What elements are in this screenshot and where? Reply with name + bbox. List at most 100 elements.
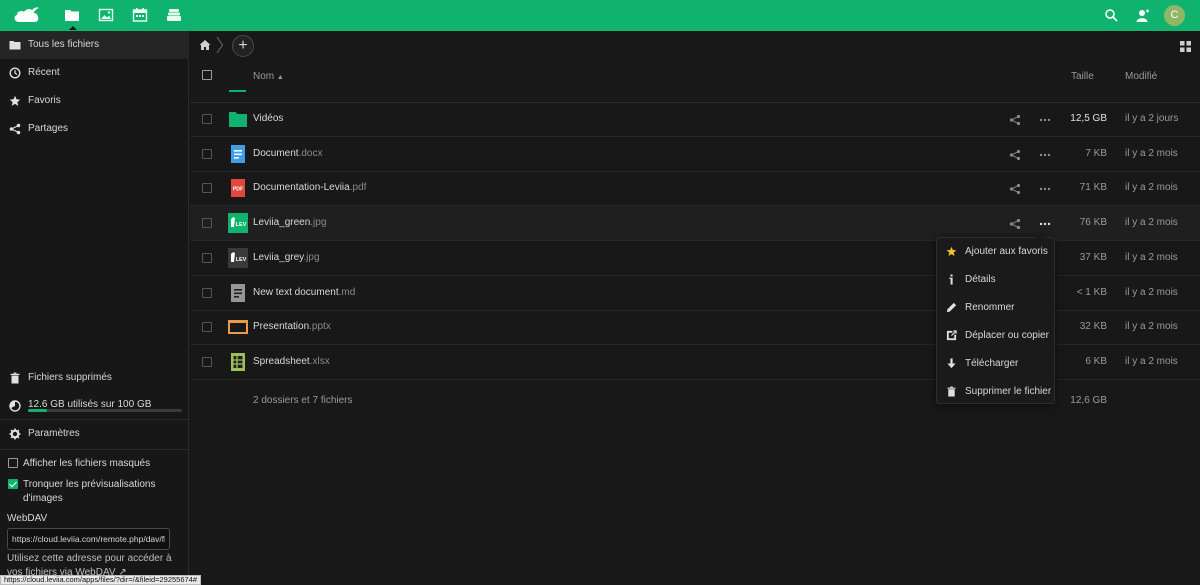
show-hidden-label: Afficher les fichiers masqués xyxy=(23,458,151,469)
pdf-badge-text: PDF xyxy=(233,187,243,193)
app-photos-icon[interactable] xyxy=(98,7,114,23)
show-hidden-files-option[interactable]: Afficher les fichiers masqués xyxy=(8,457,183,471)
top-header: C xyxy=(0,0,1200,31)
file-row[interactable]: Vidéos 12,5 GB il y a 2 jours xyxy=(190,102,1200,137)
file-size: 32 KB xyxy=(1079,321,1107,333)
quota-progress-fill xyxy=(28,409,48,412)
row-checkbox[interactable] xyxy=(202,322,212,333)
file-size: 37 KB xyxy=(1079,251,1107,263)
file-modified: il y a 2 jours xyxy=(1125,113,1179,124)
nav-label: Récent xyxy=(28,67,60,78)
file-name[interactable]: Leviia_grey.jpg xyxy=(253,252,320,263)
crop-previews-label: Tronquer les prévisualisations d'images xyxy=(23,479,156,504)
plus-icon: + xyxy=(238,37,248,54)
share-icon[interactable] xyxy=(1009,114,1021,126)
gear-icon xyxy=(9,428,21,440)
app-deck-icon[interactable] xyxy=(166,7,182,23)
clock-icon xyxy=(9,67,21,79)
nav-label: Tous les fichiers xyxy=(28,39,100,50)
file-modified: il y a 2 mois xyxy=(1125,251,1178,263)
row-checkbox[interactable] xyxy=(202,183,212,194)
file-name[interactable]: Presentation.pptx xyxy=(253,321,331,332)
grid-view-icon[interactable] xyxy=(1180,41,1191,52)
file-size: 76 KB xyxy=(1079,217,1107,229)
image-thumbnail-icon[interactable]: LEV xyxy=(228,213,248,234)
select-all-checkbox[interactable] xyxy=(202,70,212,80)
contacts-icon[interactable] xyxy=(1135,8,1150,23)
column-header-name[interactable]: Nom ▲ xyxy=(253,71,284,82)
nav-favorites[interactable]: Favoris xyxy=(0,87,189,115)
file-name[interactable]: Documentation-Leviia.pdf xyxy=(253,182,366,193)
file-count-summary: 2 dossiers et 7 fichiers xyxy=(253,395,353,406)
file-name[interactable]: Spreadsheet.xlsx xyxy=(253,356,330,367)
nav-recent[interactable]: Récent xyxy=(0,59,189,87)
file-name[interactable]: Leviia_green.jpg xyxy=(253,217,326,228)
folder-icon[interactable] xyxy=(228,109,248,129)
share-icon[interactable] xyxy=(1009,218,1021,230)
text-file-icon[interactable] xyxy=(228,283,248,303)
more-actions-icon[interactable] xyxy=(1039,218,1051,230)
file-name[interactable]: Vidéos xyxy=(253,113,283,124)
menu-delete[interactable]: Supprimer le fichier xyxy=(937,378,1054,406)
trash-icon xyxy=(946,386,957,397)
menu-move-copy[interactable]: Déplacer ou copier xyxy=(937,322,1054,350)
menu-label: Supprimer le fichier xyxy=(965,386,1052,397)
file-size: 71 KB xyxy=(1079,182,1107,194)
row-checkbox[interactable] xyxy=(202,114,212,124)
share-icon[interactable] xyxy=(1009,149,1021,161)
row-checkbox[interactable] xyxy=(202,356,212,367)
nav-label: Paramètres xyxy=(28,428,80,439)
file-row[interactable]: PDF Documentation-Leviia.pdf 71 KB il y a 2… xyxy=(190,171,1200,207)
pdf-icon[interactable]: PDF xyxy=(228,178,248,198)
file-row[interactable]: Document.docx 7 KB il y a 2 mois xyxy=(190,137,1200,172)
sort-ascending-icon: ▲ xyxy=(276,74,284,81)
user-avatar[interactable]: C xyxy=(1164,5,1185,26)
image-thumbnail-icon[interactable]: LEV xyxy=(228,247,248,268)
nav-deleted-files[interactable]: Fichiers supprimés xyxy=(0,364,189,392)
menu-rename[interactable]: Renommer xyxy=(937,294,1054,322)
document-icon[interactable] xyxy=(228,144,248,164)
image-badge-text: LEV xyxy=(236,257,247,263)
webdav-url-input[interactable] xyxy=(7,528,170,550)
file-modified: il y a 2 mois xyxy=(1125,286,1178,298)
crop-previews-option[interactable]: Tronquer les prévisualisations d'images xyxy=(8,478,183,508)
more-actions-icon[interactable] xyxy=(1039,149,1051,161)
sidebar-divider xyxy=(0,449,189,450)
nav-settings[interactable]: Paramètres xyxy=(0,420,189,448)
download-icon xyxy=(946,358,957,369)
row-checkbox[interactable] xyxy=(202,218,212,229)
home-icon[interactable] xyxy=(199,39,211,51)
more-actions-icon[interactable] xyxy=(1039,114,1051,126)
share-icon[interactable] xyxy=(1009,183,1021,195)
file-name[interactable]: Document.docx xyxy=(253,148,322,159)
show-hidden-checkbox[interactable] xyxy=(8,458,18,468)
file-name[interactable]: New text document.md xyxy=(253,287,355,298)
new-file-button[interactable]: + xyxy=(232,35,254,57)
crop-previews-checkbox[interactable] xyxy=(8,479,18,489)
breadcrumb-chevron-icon xyxy=(216,36,224,54)
star-icon xyxy=(946,246,957,257)
app-files-icon[interactable] xyxy=(64,7,80,30)
nav-shares[interactable]: Partages xyxy=(0,115,189,143)
presentation-icon[interactable] xyxy=(228,317,248,337)
column-header-modified[interactable]: Modifié xyxy=(1125,71,1157,82)
app-calendar-icon[interactable] xyxy=(132,7,148,23)
menu-add-favorite[interactable]: Ajouter aux favoris xyxy=(937,238,1054,266)
menu-label: Ajouter aux favoris xyxy=(965,246,1048,257)
more-actions-icon[interactable] xyxy=(1039,183,1051,195)
menu-label: Déplacer ou copier xyxy=(965,330,1049,341)
menu-details[interactable]: Détails xyxy=(937,266,1054,294)
file-modified: il y a 2 mois xyxy=(1125,182,1178,194)
file-size: 6 KB xyxy=(1085,355,1107,367)
column-header-size[interactable]: Taille xyxy=(1071,71,1094,82)
spreadsheet-icon[interactable] xyxy=(228,352,248,372)
row-checkbox[interactable] xyxy=(202,287,212,298)
cloud-logo-icon[interactable] xyxy=(12,5,42,25)
file-row[interactable]: LEV Leviia_green.jpg 76 KB il y a 2 mois xyxy=(190,206,1200,242)
menu-download[interactable]: Télécharger xyxy=(937,350,1054,378)
pencil-icon xyxy=(946,302,957,313)
search-icon[interactable] xyxy=(1104,8,1119,23)
row-checkbox[interactable] xyxy=(202,252,212,263)
row-checkbox[interactable] xyxy=(202,148,212,159)
nav-all-files[interactable]: Tous les fichiers xyxy=(0,31,189,59)
